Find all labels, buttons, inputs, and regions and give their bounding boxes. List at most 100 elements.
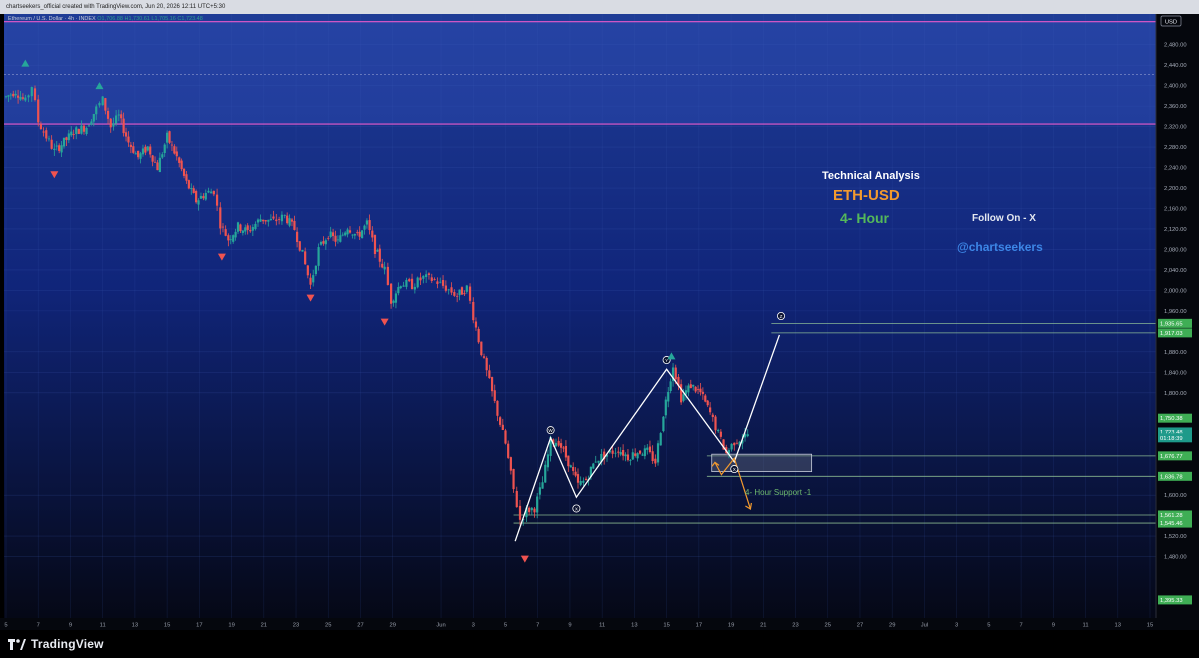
candle-body-down: [490, 377, 494, 392]
candle-body-up: [280, 214, 284, 222]
candle-body-up: [232, 235, 235, 242]
candle-body-down: [322, 241, 325, 244]
candle-body-down: [654, 458, 657, 464]
candle-body-down: [272, 216, 275, 219]
candle-body-down: [221, 226, 225, 228]
candle-body-down: [622, 449, 625, 456]
candle-body-up: [80, 125, 83, 134]
candle-body-down: [16, 95, 20, 98]
candle-body-down: [651, 451, 654, 462]
candle-body-up: [624, 454, 627, 457]
wave-label: X: [733, 467, 736, 472]
x-tick-label: 25: [825, 623, 831, 629]
tradingview-logo[interactable]: TradingView: [8, 636, 104, 652]
candle-body-down: [456, 295, 459, 297]
candle-body-up: [646, 447, 649, 450]
x-tick-label: 19: [728, 623, 734, 629]
candle-body-up: [70, 131, 73, 136]
chart-frame[interactable]: W X Y X Z 2,480.00 2,440.00 2,400.00 2,360.00 2,3…: [0, 14, 1199, 644]
x-tick-label: 7: [1019, 623, 1022, 629]
wave-label: X: [575, 506, 578, 511]
x-tick-label: 29: [389, 623, 395, 629]
y-tick-label: 1,800.00: [1164, 391, 1187, 397]
candle-body-up: [664, 399, 667, 416]
x-tick-label: 15: [164, 623, 170, 629]
candle-body-up: [241, 230, 244, 233]
price-chart[interactable]: W X Y X Z 2,480.00 2,440.00 2,400.00 2,360.00 2,3…: [0, 14, 1199, 630]
candle-body-down: [711, 414, 714, 418]
candle-body-up: [447, 289, 450, 291]
candle-body-down: [132, 146, 135, 153]
candle-body-up: [161, 154, 164, 158]
candle-body-down: [477, 328, 480, 343]
candle-body-up: [341, 234, 344, 236]
ohlc-values: O1,706.88 H1,730.61 L1,705.16 C1,723.48: [97, 16, 203, 22]
candle-body-down: [129, 144, 132, 148]
candle-body-up: [465, 285, 468, 292]
candle-body-up: [376, 250, 379, 252]
candle-body-down: [436, 281, 439, 284]
watermark-text: chartseekers_official created with Tradi…: [6, 4, 226, 10]
candle-body-up: [329, 231, 332, 238]
candle-body-down: [182, 168, 186, 176]
y-tick-label: 1,480.00: [1164, 555, 1187, 561]
candle-body-down: [482, 356, 486, 358]
candle-body-up: [319, 241, 323, 245]
candle-body-down: [21, 97, 25, 99]
annotation-follow: Follow On - X: [972, 213, 1036, 224]
candle-body-up: [422, 275, 425, 279]
candle-body-down: [37, 99, 40, 123]
y-tick-label: 2,360.00: [1164, 104, 1187, 110]
candle-body-down: [701, 391, 704, 394]
candle-body-down: [373, 235, 377, 255]
candle-body-up: [643, 448, 646, 457]
candle-body-up: [399, 286, 402, 289]
x-tick-label: 3: [955, 623, 958, 629]
y-tick-label: 1,520.00: [1164, 534, 1187, 540]
candle-body-up: [67, 133, 70, 141]
candle-body-up: [594, 461, 597, 463]
candle-body-down: [496, 400, 499, 416]
candle-body-up: [692, 384, 695, 387]
candle-body-down: [689, 384, 692, 389]
candle-body-up: [314, 265, 318, 275]
candle-body-up: [669, 381, 672, 392]
candle-body-up: [336, 239, 340, 241]
candle-body-up: [288, 218, 291, 226]
x-tick-label: 15: [663, 623, 669, 629]
price-tag-label: 1,676.77: [1160, 454, 1183, 460]
x-tick-label: 21: [261, 623, 267, 629]
candle-body-up: [14, 93, 17, 96]
candle-body-down: [518, 505, 522, 520]
annotation-pair: ETH-USD: [833, 187, 900, 204]
candle-body-down: [472, 301, 475, 321]
candle-body-up: [60, 145, 63, 153]
candle-body-up: [324, 240, 327, 245]
candle-body-down: [227, 235, 230, 241]
candle-body-down: [149, 146, 152, 155]
candle-body-up: [597, 460, 600, 463]
candle-body-up: [229, 239, 232, 241]
candle-body-up: [62, 137, 66, 147]
price-tag-label: 1,395.33: [1160, 598, 1183, 604]
candle-body-up: [667, 391, 670, 402]
bottom-bar: [0, 630, 1199, 658]
candle-body-down: [444, 285, 447, 291]
price-tag-label: 1,917.03: [1160, 331, 1183, 337]
candle-body-down: [334, 235, 337, 242]
x-tick-label: 17: [696, 623, 702, 629]
candle-body-up: [4, 96, 8, 98]
candle-body-up: [363, 225, 366, 230]
x-tick-label: 29: [889, 623, 895, 629]
candle-body-down: [246, 225, 249, 230]
candle-body-up: [87, 125, 91, 127]
candle-body-down: [185, 174, 188, 181]
candle-body-down: [151, 155, 154, 162]
y-tick-label: 2,120.00: [1164, 227, 1187, 233]
candle-body-up: [687, 385, 690, 393]
candle-body-up: [75, 127, 78, 135]
candle-body-up: [301, 249, 304, 252]
candle-body-up: [117, 114, 120, 116]
price-tag-label: 01:18:39: [1160, 436, 1183, 442]
candle-body-down: [507, 443, 510, 458]
